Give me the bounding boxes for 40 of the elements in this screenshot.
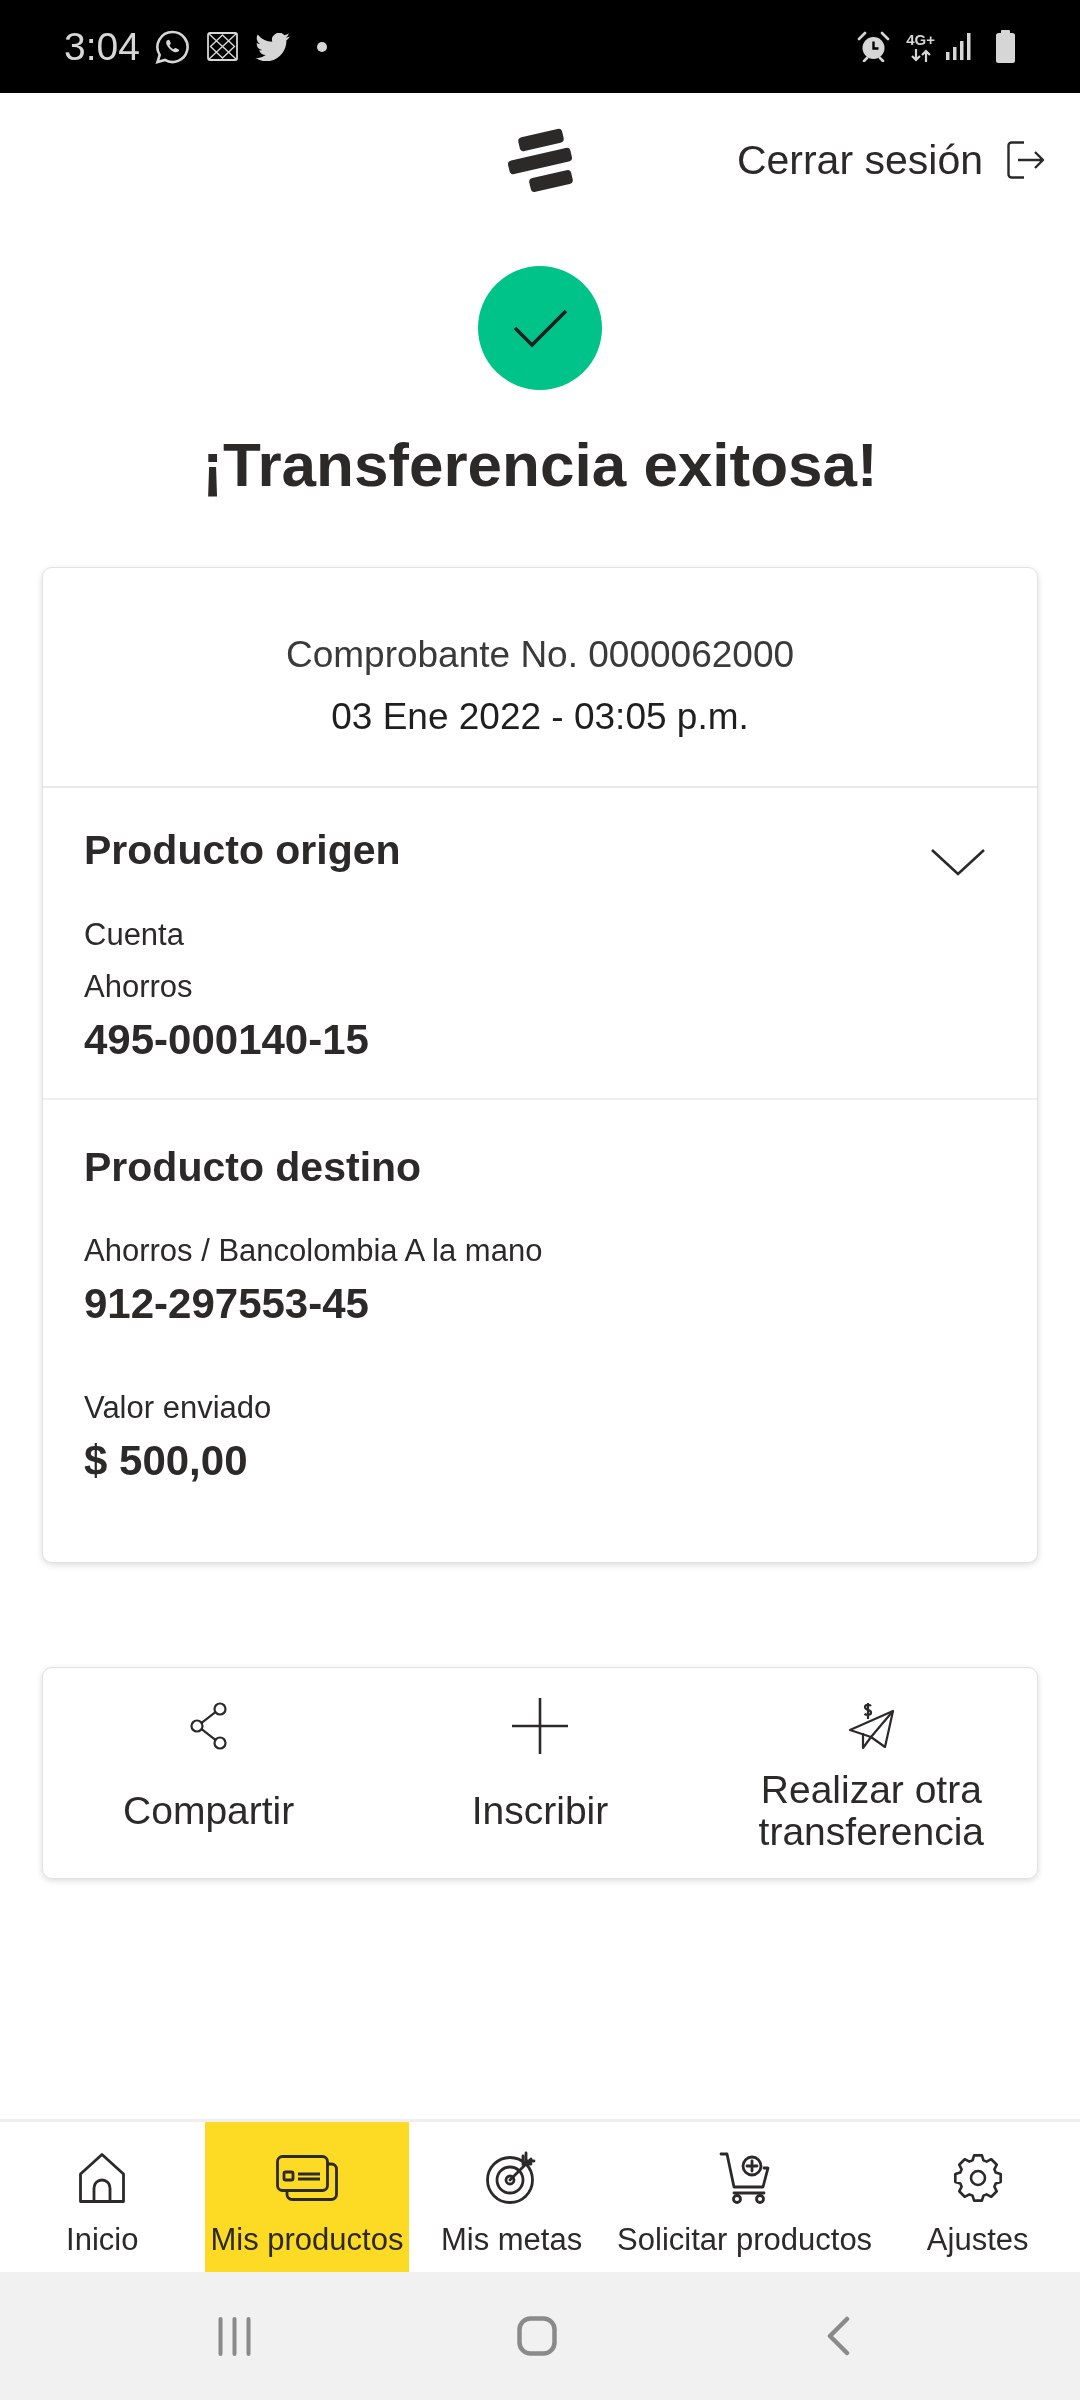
chevron-down-icon[interactable]	[930, 848, 986, 876]
alarm-clock-icon	[857, 31, 891, 62]
field-value: 495-000140-15	[84, 1015, 370, 1065]
settings-icon	[952, 2153, 1003, 2203]
chat-bubble-icon	[154, 29, 190, 64]
enroll-button[interactable]: Inscribir	[374, 1668, 706, 1878]
cards-icon	[275, 2155, 338, 2201]
crossed-square-icon	[206, 32, 238, 61]
back-icon[interactable]	[826, 2316, 850, 2356]
share-button[interactable]: Compartir	[43, 1668, 375, 1878]
field-value: $ 500,00	[84, 1436, 249, 1486]
success-check-icon	[478, 266, 602, 390]
status-time: 3:04	[64, 27, 140, 66]
data-arrows-icon	[909, 48, 932, 62]
network-type: 4G+	[906, 31, 935, 47]
home-icon	[78, 2152, 127, 2204]
share-icon	[189, 1702, 228, 1750]
field-label: Cuenta	[84, 916, 185, 954]
bird-icon	[254, 32, 291, 61]
new-transfer-button[interactable]: Realizar otra transferencia	[705, 1668, 1037, 1878]
plus-icon	[512, 1698, 568, 1754]
section-title: Producto destino	[84, 1143, 422, 1192]
field-value: 912-297553-45	[84, 1279, 370, 1329]
field-label: Ahorros	[84, 968, 194, 1006]
logout-button[interactable]: Cerrar sesión	[736, 135, 1045, 185]
logout-icon[interactable]	[1007, 141, 1045, 179]
signal-icon	[945, 33, 972, 60]
receipt-number: Comprobante No. 0000062000	[285, 633, 795, 677]
system-home-icon[interactable]	[517, 2316, 557, 2356]
recents-icon[interactable]	[217, 2316, 252, 2356]
field-label: Valor enviado	[84, 1389, 273, 1427]
products-tab[interactable]: Mis productos	[204, 2122, 410, 2272]
paper-plane-dollar-icon	[847, 1702, 896, 1750]
battery-icon	[995, 30, 1016, 63]
success-title: ¡Transferencia exitosa!	[202, 429, 878, 501]
cart-plus-icon	[718, 2152, 771, 2204]
receipt-date: 03 Ene 2022 - 03:05 p.m.	[331, 695, 749, 739]
logo-icon	[507, 127, 573, 193]
field-label: Ahorros / Bancolombia A la mano	[84, 1232, 544, 1270]
section-title: Producto origen	[84, 826, 401, 875]
